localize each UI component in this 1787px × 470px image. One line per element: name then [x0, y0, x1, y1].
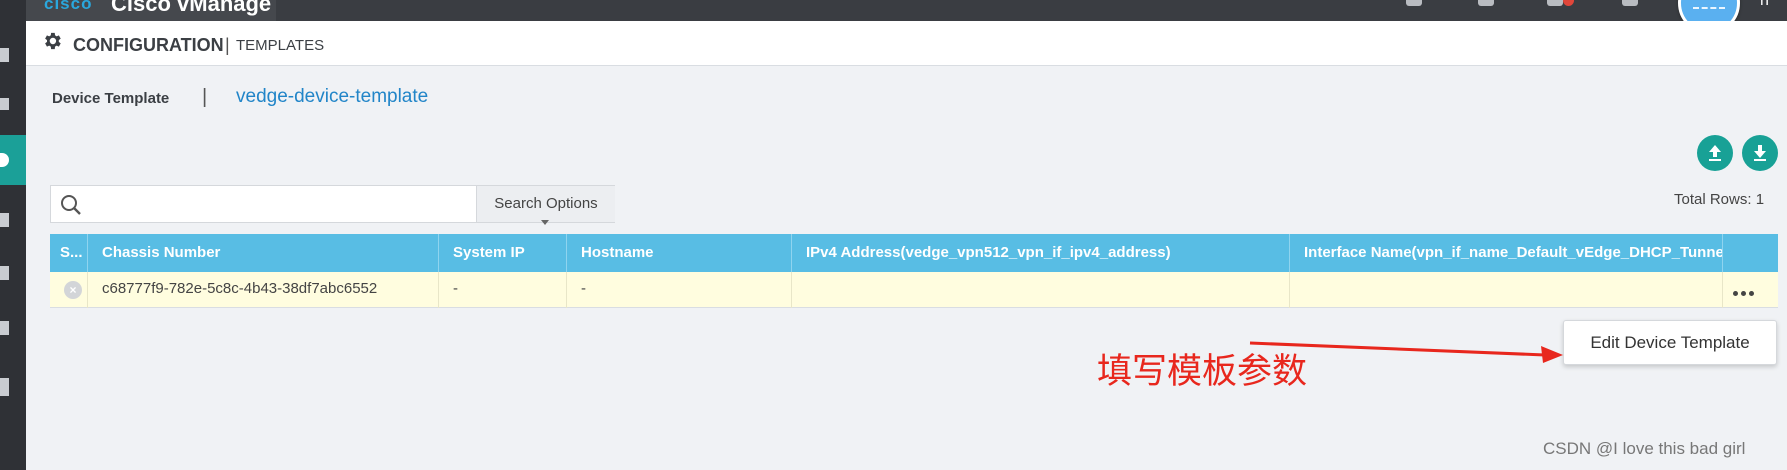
page-title: CONFIGURATION [73, 35, 224, 55]
watermark: CSDN @I love this bad girl [1543, 439, 1746, 458]
monitor-icon [0, 98, 9, 110]
top-nav-bar: cisco Cisco vManage n [0, 0, 1787, 34]
bell-icon[interactable] [1547, 0, 1563, 6]
maintenance-icon [0, 266, 9, 280]
left-sidebar [0, 0, 26, 470]
ipv4-cell [792, 272, 1290, 308]
sidebar-item-monitor[interactable] [0, 80, 26, 130]
product-name: Cisco vManage [111, 0, 272, 16]
search-input[interactable] [91, 190, 511, 218]
dashboard-icon [0, 48, 9, 62]
sidebar-item-analytics[interactable] [0, 360, 26, 410]
more-actions-icon[interactable] [1733, 283, 1763, 297]
breadcrumb-label: Device Template [52, 90, 170, 107]
column-header-system-ip[interactable]: System IP [439, 234, 567, 272]
gear-icon [45, 32, 61, 50]
clipboard-icon[interactable] [1478, 0, 1494, 6]
page-header: CONFIGURATION | TEMPLATES [26, 21, 1787, 66]
help-icon[interactable] [1622, 0, 1638, 6]
search-icon [61, 195, 81, 215]
wrench-icon [0, 213, 9, 227]
edit-device-template-menu-item[interactable]: Edit Device Template [1563, 320, 1777, 365]
total-rows-count: Total Rows: 1 [1674, 191, 1765, 208]
users-icon [0, 321, 9, 335]
chevron-down-icon [541, 220, 549, 225]
status-cell: × [50, 272, 88, 308]
sidebar-item-maintenance[interactable] [0, 250, 26, 300]
upload-icon [1709, 145, 1721, 161]
column-header-hostname[interactable]: Hostname [567, 234, 792, 272]
sidebar-item-tools[interactable] [0, 195, 26, 245]
search-bar: Search Options [50, 185, 615, 223]
breadcrumb-separator: | [202, 86, 208, 108]
interface-cell [1290, 272, 1723, 308]
annotation-arrow [1249, 341, 1563, 363]
column-header-ipv4[interactable]: IPv4 Address(vedge_vpn512_vpn_if_ipv4_ad… [792, 234, 1290, 272]
search-options-button[interactable]: Search Options [476, 186, 615, 222]
user-name[interactable]: n [1760, 0, 1769, 10]
sidebar-item-administration[interactable] [0, 305, 26, 355]
column-header-chassis[interactable]: Chassis Number [88, 234, 439, 272]
upload-button[interactable] [1697, 135, 1733, 171]
notification-badge [1563, 0, 1574, 6]
analytics-icon [0, 378, 9, 396]
column-header-status[interactable]: S... [50, 234, 88, 272]
breadcrumb-template-link[interactable]: vedge-device-template [236, 86, 428, 108]
cisco-logo: cisco [44, 0, 93, 13]
sidebar-item-configuration[interactable] [0, 135, 26, 185]
title-separator: | [225, 35, 230, 55]
page-subtitle: TEMPLATES [236, 37, 325, 54]
monitor-icon[interactable] [1406, 0, 1422, 6]
download-button[interactable] [1742, 135, 1778, 171]
table-row[interactable]: × c68777f9-782e-5c8c-4b43-38df7abc6552 -… [50, 272, 1778, 308]
chassis-cell: c68777f9-782e-5c8c-4b43-38df7abc6552 [88, 272, 439, 308]
gear-icon [0, 153, 9, 167]
hostname-cell: - [567, 272, 792, 308]
error-x-icon: × [64, 281, 82, 299]
system-ip-cell: - [439, 272, 567, 308]
table-header: S... Chassis Number System IP Hostname I… [50, 234, 1778, 272]
brand-block[interactable]: cisco Cisco vManage [26, 0, 276, 21]
column-header-interface[interactable]: Interface Name(vpn_if_name_Default_vEdge… [1290, 234, 1723, 272]
download-icon [1754, 145, 1766, 161]
sidebar-item-dashboard[interactable] [0, 30, 26, 80]
